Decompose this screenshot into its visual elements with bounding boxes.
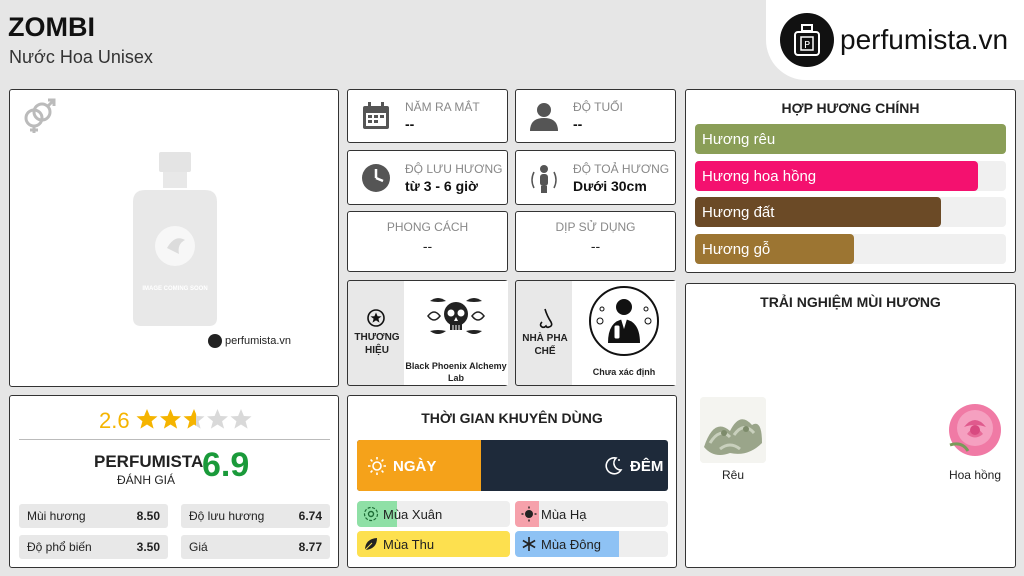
day-night-bar: NGÀY ĐÊM — [357, 440, 668, 491]
brand-card[interactable]: THƯƠNG HIỆU Black Phoenix Alchemy Lab — [347, 280, 508, 386]
sillage-card: ĐỘ TOẢ HƯƠNG Dưới 30cm — [515, 150, 676, 205]
occasion-value: -- — [590, 238, 601, 254]
night-label: ĐÊM — [630, 458, 664, 475]
accord-bar: Hương hoa hồng — [695, 160, 1006, 191]
note-item-reu[interactable]: Rêu — [700, 397, 766, 482]
divider — [19, 439, 330, 440]
brand-skull-logo-icon — [427, 298, 485, 334]
stat-longevity: Độ lưu hương 6.74 — [181, 504, 330, 528]
accord-label: Hương rêu — [702, 131, 776, 148]
watermark: perfumista.vn — [208, 334, 291, 348]
rose-note-label: Hoa hồng — [948, 468, 1002, 482]
perfumista-score: 6.9 — [202, 446, 250, 484]
site-logo[interactable]: P perfumista.vn — [766, 0, 1024, 80]
image-coming-soon-text: IMAGE COMING SOON — [142, 286, 208, 292]
perfumer-logo-panel: Chưa xác định — [572, 281, 676, 385]
brand-label-line2: HIỆU — [365, 345, 389, 356]
longevity-value: từ 3 - 6 giờ — [405, 178, 478, 194]
longevity-label: ĐỘ LƯU HƯƠNG — [405, 162, 503, 176]
experience-card: TRẢI NGHIỆM MÙI HƯƠNG Rêu Hoa hồng — [685, 283, 1016, 568]
star-icon — [230, 409, 252, 429]
community-score: 2.6 — [99, 408, 130, 433]
perfume-title: ZOMBI — [8, 12, 95, 42]
perfumer-name: Chưa xác định — [592, 367, 656, 377]
time-card: THỜI GIAN KHUYÊN DÙNG NGÀY ĐÊM Mùa Xuân … — [347, 395, 677, 568]
perfume-bottle-placeholder: IMAGE COMING SOON — [123, 150, 227, 330]
watermark-logo-icon — [208, 334, 222, 348]
accord-bar: Hương gỗ — [695, 233, 1006, 264]
stat-popularity: Độ phổ biến 3.50 — [19, 535, 168, 559]
season-autumn: Mùa Thu — [357, 531, 510, 557]
product-image-card: IMAGE COMING SOON perfumista.vn — [9, 89, 339, 387]
star-icon — [136, 409, 158, 429]
style-label: PHONG CÁCH — [386, 220, 469, 234]
style-card: PHONG CÁCH -- — [347, 211, 508, 272]
longevity-card: ĐỘ LƯU HƯƠNG từ 3 - 6 giờ — [347, 150, 508, 205]
brand-label-line1: THƯƠNG — [354, 332, 400, 343]
flower-icon — [363, 506, 379, 522]
age-card: ĐỘ TUỔI -- — [515, 89, 676, 143]
unisex-gender-icon — [20, 98, 56, 139]
accord-bar: Hương rêu — [695, 124, 1006, 154]
sun-icon — [368, 457, 386, 475]
perfume-bottle-logo-icon: P — [780, 13, 834, 67]
perfumer-label-line2: CHẾ — [534, 346, 556, 357]
release-year-label: NĂM RA MẮT — [405, 100, 480, 114]
rating-card: 2.6 PERFUMISTA ĐÁNH GIÁ 6.9 Mùi hương 8.5… — [9, 395, 339, 568]
accords-card: HỢP HƯƠNG CHÍNH Hương rêu Hương hoa hồng H… — [685, 89, 1016, 273]
svg-text:P: P — [804, 40, 810, 51]
sillage-person-icon — [531, 165, 557, 193]
day-label: NGÀY — [393, 458, 437, 475]
star-icon — [207, 409, 228, 429]
clock-icon — [362, 164, 390, 192]
season-spring: Mùa Xuân — [357, 501, 510, 527]
logo-text: perfumista.vn — [840, 24, 1009, 55]
brand-name-line1: Black Phoenix Alchemy — [405, 361, 507, 371]
rose-note-image — [942, 397, 1008, 463]
accords-title: HỢP HƯƠNG CHÍNH — [781, 100, 920, 116]
time-title: THỜI GIAN KHUYÊN DÙNG — [421, 410, 603, 426]
release-year-card: NĂM RA MẮT -- — [347, 89, 508, 143]
accord-label: Hương đất — [702, 204, 775, 221]
sun-summer-icon — [521, 506, 537, 522]
accord-label: Hương hoa hồng — [702, 167, 817, 185]
occasion-card: DỊP SỬ DỤNG -- — [515, 211, 676, 272]
moss-note-image — [700, 397, 766, 463]
experience-title: TRẢI NGHIỆM MÙI HƯƠNG — [760, 294, 941, 310]
note-item-hoa-hong[interactable]: Hoa hồng — [942, 397, 1008, 482]
age-label: ĐỘ TUỔI — [573, 100, 623, 114]
perfumer-label-line1: NHÀ PHA — [522, 333, 568, 344]
season-summer: Mùa Hạ — [515, 501, 668, 527]
stat-scent: Mùi hương 8.50 — [19, 504, 168, 528]
perfumer-card[interactable]: NHÀ PHA CHẾ Chưa xác định — [515, 280, 676, 386]
age-value: -- — [573, 116, 583, 132]
occasion-label: DỊP SỬ DỤNG — [555, 220, 636, 234]
leaf-icon — [364, 538, 377, 551]
brand-logo-panel: Black Phoenix Alchemy Lab — [404, 281, 508, 385]
brand-name-line2: Lab — [447, 373, 464, 383]
calendar-icon — [363, 102, 389, 129]
star-icon — [183, 409, 205, 429]
star-icon — [160, 409, 181, 429]
season-winter: Mùa Đông — [515, 531, 668, 557]
moss-note-label: Rêu — [721, 468, 744, 482]
perfumer-avatar-icon — [589, 286, 659, 356]
stat-price: Giá 8.77 — [181, 535, 330, 559]
sillage-value: Dưới 30cm — [573, 178, 647, 194]
accord-bar: Hương đất — [695, 197, 1006, 227]
moon-icon — [605, 457, 623, 475]
release-year-value: -- — [405, 116, 415, 132]
perfume-subtitle: Nước Hoa Unisex — [9, 47, 153, 67]
accord-label: Hương gỗ — [702, 240, 771, 258]
style-value: -- — [422, 238, 433, 254]
star-badge-icon — [367, 309, 385, 327]
snowflake-icon — [522, 537, 536, 551]
nose-icon — [539, 308, 553, 329]
person-icon — [530, 103, 558, 131]
perfumista-label: PERFUMISTA — [94, 452, 204, 471]
star-rating — [136, 407, 252, 431]
sillage-label: ĐỘ TOẢ HƯƠNG — [573, 162, 670, 176]
perfumista-sub-label: ĐÁNH GIÁ — [117, 473, 176, 487]
